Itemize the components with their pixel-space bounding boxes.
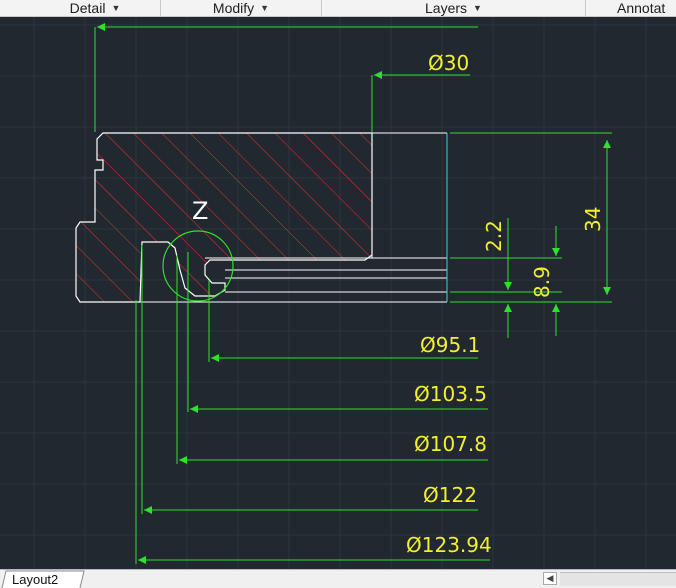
ribbon-panel-annotation[interactable]: Annotat [587, 0, 676, 16]
chevron-down-icon: ▼ [260, 3, 270, 13]
dimension-d107-8[interactable]: Ø107.8 [414, 432, 487, 456]
ribbon-panel-layers[interactable]: Layers ▼ [322, 0, 586, 16]
horizontal-scrollbar[interactable] [560, 572, 676, 586]
chevron-down-icon: ▼ [473, 3, 482, 13]
dimension-d123-94[interactable]: Ø123.94 [406, 533, 492, 557]
layout-tab-layout2[interactable]: Layout2 [12, 570, 58, 588]
section-label-z: Z [192, 197, 208, 225]
dimension-h34[interactable]: 34 [581, 207, 605, 232]
drawing-canvas[interactable]: Z Ø30 Ø95.1 Ø103.5 Ø107.8 Ø122 Ø123.94 3… [0, 17, 676, 569]
dimension-h2-2[interactable]: 2.2 [482, 220, 506, 252]
chevron-down-icon: ▼ [111, 3, 121, 13]
layout-tab-bar: Layout2 ◀ [0, 569, 676, 588]
hatched-section[interactable] [75, 132, 373, 303]
panel-label: Detail [69, 0, 106, 16]
layout-tab-label: Layout2 [12, 571, 59, 587]
dimension-h8-9[interactable]: 8.9 [530, 266, 554, 298]
ribbon-panel-bar: Detail ▼ Modify ▼ Layers ▼ Annotat [0, 0, 676, 17]
ribbon-panel-detail[interactable]: Detail ▼ [30, 0, 161, 16]
scroll-left-arrow-icon[interactable]: ◀ [543, 572, 557, 585]
dimension-d122[interactable]: Ø122 [423, 483, 477, 507]
panel-label: Layers [425, 0, 468, 16]
dimension-d95-1[interactable]: Ø95.1 [420, 333, 480, 357]
dimension-d30[interactable]: Ø30 [428, 51, 469, 75]
panel-label: Annotat [617, 0, 666, 16]
dimension-d103-5[interactable]: Ø103.5 [414, 382, 487, 406]
ribbon-panel-modify[interactable]: Modify ▼ [161, 0, 322, 16]
panel-label: Modify [212, 0, 255, 16]
